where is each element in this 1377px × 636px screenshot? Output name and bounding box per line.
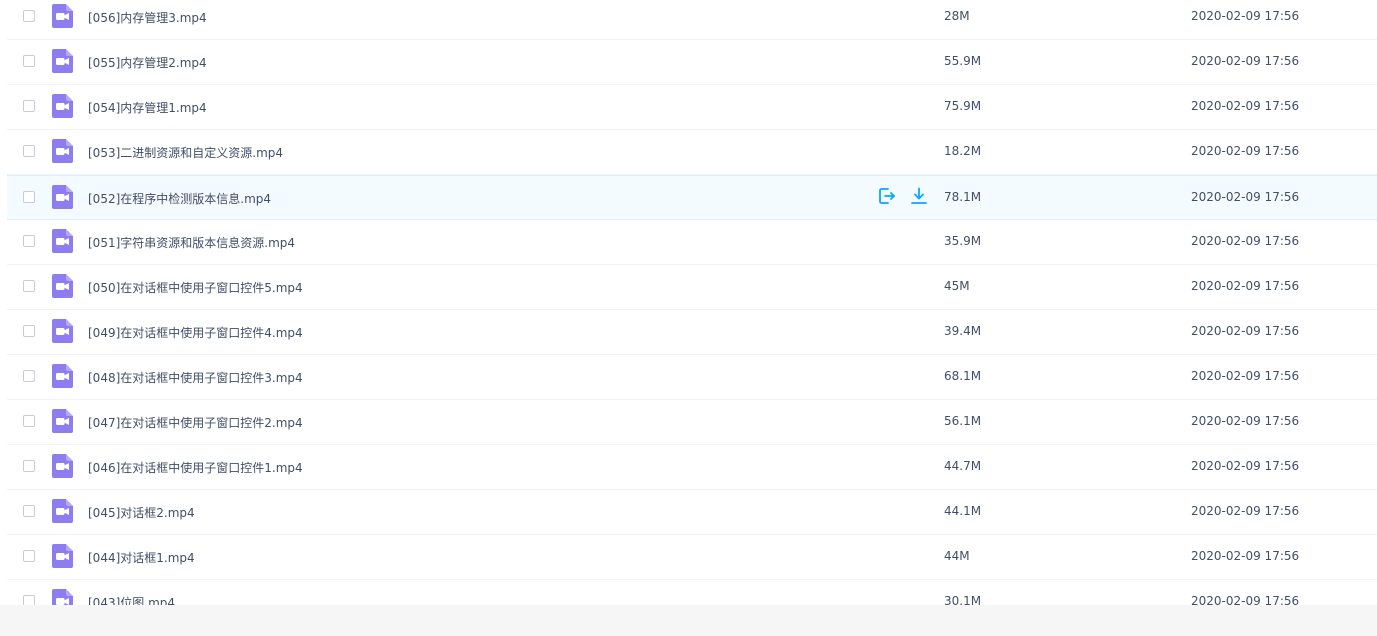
video-file-icon xyxy=(52,139,73,163)
row-checkbox[interactable] xyxy=(23,415,35,427)
video-file-icon xyxy=(52,409,73,433)
file-size: 78.1M xyxy=(944,190,982,204)
file-row[interactable]: [047]在对话框中使用子窗口控件2.mp4 56.1M 2020-02-09 17… xyxy=(7,400,1377,445)
file-modified-date: 2020-02-09 17:56 xyxy=(1191,504,1300,518)
row-checkbox[interactable] xyxy=(23,325,35,337)
row-checkbox[interactable] xyxy=(23,460,35,472)
file-name[interactable]: [050]在对话框中使用子窗口控件5.mp4 xyxy=(88,279,303,296)
video-file-icon xyxy=(52,499,73,523)
file-modified-date: 2020-02-09 17:56 xyxy=(1191,279,1300,293)
file-row[interactable]: [048]在对话框中使用子窗口控件3.mp4 68.1M 2020-02-09 17… xyxy=(7,355,1377,400)
footer-bar xyxy=(0,605,1377,636)
file-row[interactable]: [056]内存管理3.mp4 28M 2020-02-09 17:56 xyxy=(7,0,1377,40)
video-file-icon xyxy=(52,94,73,118)
file-modified-date: 2020-02-09 17:56 xyxy=(1191,9,1300,23)
row-checkbox[interactable] xyxy=(23,280,35,292)
row-checkbox[interactable] xyxy=(23,191,35,203)
file-list-viewport[interactable]: [056]内存管理3.mp4 28M 2020-02-09 17:56 [055]内… xyxy=(0,0,1377,605)
file-row[interactable]: [055]内存管理2.mp4 55.9M 2020-02-09 17:56 xyxy=(7,40,1377,85)
file-name[interactable]: [052]在程序中检测版本信息.mp4 xyxy=(88,190,271,207)
file-name[interactable]: [046]在对话框中使用子窗口控件1.mp4 xyxy=(88,459,303,476)
video-file-icon xyxy=(52,319,73,343)
video-file-icon xyxy=(52,49,73,73)
file-modified-date: 2020-02-09 17:56 xyxy=(1191,99,1300,113)
file-name[interactable]: [055]内存管理2.mp4 xyxy=(88,54,207,71)
file-name[interactable]: [048]在对话框中使用子窗口控件3.mp4 xyxy=(88,369,303,386)
file-row[interactable]: [054]内存管理1.mp4 75.9M 2020-02-09 17:56 xyxy=(7,85,1377,130)
file-row[interactable]: [045]对话框2.mp4 44.1M 2020-02-09 17:56 xyxy=(7,490,1377,535)
file-size: 44M xyxy=(944,549,970,563)
row-checkbox[interactable] xyxy=(23,595,35,605)
file-name[interactable]: [044]对话框1.mp4 xyxy=(88,549,195,566)
file-modified-date: 2020-02-09 17:56 xyxy=(1191,234,1300,248)
row-checkbox[interactable] xyxy=(23,10,35,22)
file-row[interactable]: [044]对话框1.mp4 44M 2020-02-09 17:56 xyxy=(7,535,1377,580)
file-size: 68.1M xyxy=(944,369,982,383)
row-checkbox[interactable] xyxy=(23,55,35,67)
file-row[interactable]: [049]在对话框中使用子窗口控件4.mp4 39.4M 2020-02-09 17… xyxy=(7,310,1377,355)
video-file-icon xyxy=(52,274,73,298)
file-name[interactable]: [045]对话框2.mp4 xyxy=(88,504,195,521)
file-modified-date: 2020-02-09 17:56 xyxy=(1191,144,1300,158)
file-modified-date: 2020-02-09 17:56 xyxy=(1191,414,1300,428)
video-file-icon xyxy=(52,589,73,605)
row-checkbox[interactable] xyxy=(23,145,35,157)
file-size: 18.2M xyxy=(944,144,982,158)
file-name[interactable]: [049]在对话框中使用子窗口控件4.mp4 xyxy=(88,324,303,341)
file-size: 45M xyxy=(944,279,970,293)
file-row[interactable]: [052]在程序中检测版本信息.mp4 78.1M 2020-02-09 17:5… xyxy=(7,175,1377,220)
file-row[interactable]: [053]二进制资源和自定义资源.mp4 18.2M 2020-02-09 17:5… xyxy=(7,130,1377,175)
video-file-icon xyxy=(52,185,73,209)
file-modified-date: 2020-02-09 17:56 xyxy=(1191,54,1300,68)
file-size: 75.9M xyxy=(944,99,982,113)
file-size: 30.1M xyxy=(944,594,982,605)
file-size: 28M xyxy=(944,9,970,23)
file-name[interactable]: [047]在对话框中使用子窗口控件2.mp4 xyxy=(88,414,303,431)
file-size: 35.9M xyxy=(944,234,982,248)
video-file-icon xyxy=(52,454,73,478)
video-file-icon xyxy=(52,229,73,253)
file-modified-date: 2020-02-09 17:56 xyxy=(1191,459,1300,473)
file-modified-date: 2020-02-09 17:56 xyxy=(1191,594,1300,605)
file-name[interactable]: [043]位图.mp4 xyxy=(88,594,175,605)
file-name[interactable]: [054]内存管理1.mp4 xyxy=(88,99,207,116)
file-size: 44.7M xyxy=(944,459,982,473)
video-file-icon xyxy=(52,364,73,388)
row-checkbox[interactable] xyxy=(23,370,35,382)
share-out-icon[interactable] xyxy=(877,186,897,206)
file-size: 39.4M xyxy=(944,324,982,338)
row-checkbox[interactable] xyxy=(23,100,35,112)
file-modified-date: 2020-02-09 17:56 xyxy=(1191,324,1300,338)
file-modified-date: 2020-02-09 17:56 xyxy=(1191,549,1300,563)
download-icon[interactable] xyxy=(909,186,929,206)
file-name[interactable]: [056]内存管理3.mp4 xyxy=(88,9,207,26)
file-row[interactable]: [051]字符串资源和版本信息资源.mp4 35.9M 2020-02-09 17:… xyxy=(7,220,1377,265)
file-size: 56.1M xyxy=(944,414,982,428)
file-size: 44.1M xyxy=(944,504,982,518)
file-list: [056]内存管理3.mp4 28M 2020-02-09 17:56 [055]内… xyxy=(7,0,1377,605)
file-modified-date: 2020-02-09 17:56 xyxy=(1191,190,1300,204)
row-checkbox[interactable] xyxy=(23,550,35,562)
row-actions xyxy=(877,186,929,206)
file-row[interactable]: [050]在对话框中使用子窗口控件5.mp4 45M 2020-02-09 17:5… xyxy=(7,265,1377,310)
video-file-icon xyxy=(52,4,73,28)
file-row[interactable]: [046]在对话框中使用子窗口控件1.mp4 44.7M 2020-02-09 17… xyxy=(7,445,1377,490)
file-size: 55.9M xyxy=(944,54,982,68)
file-row[interactable]: [043]位图.mp4 30.1M 2020-02-09 17:56 xyxy=(7,580,1377,605)
file-modified-date: 2020-02-09 17:56 xyxy=(1191,369,1300,383)
row-checkbox[interactable] xyxy=(23,505,35,517)
file-name[interactable]: [051]字符串资源和版本信息资源.mp4 xyxy=(88,234,295,251)
video-file-icon xyxy=(52,544,73,568)
file-name[interactable]: [053]二进制资源和自定义资源.mp4 xyxy=(88,144,283,161)
row-checkbox[interactable] xyxy=(23,235,35,247)
